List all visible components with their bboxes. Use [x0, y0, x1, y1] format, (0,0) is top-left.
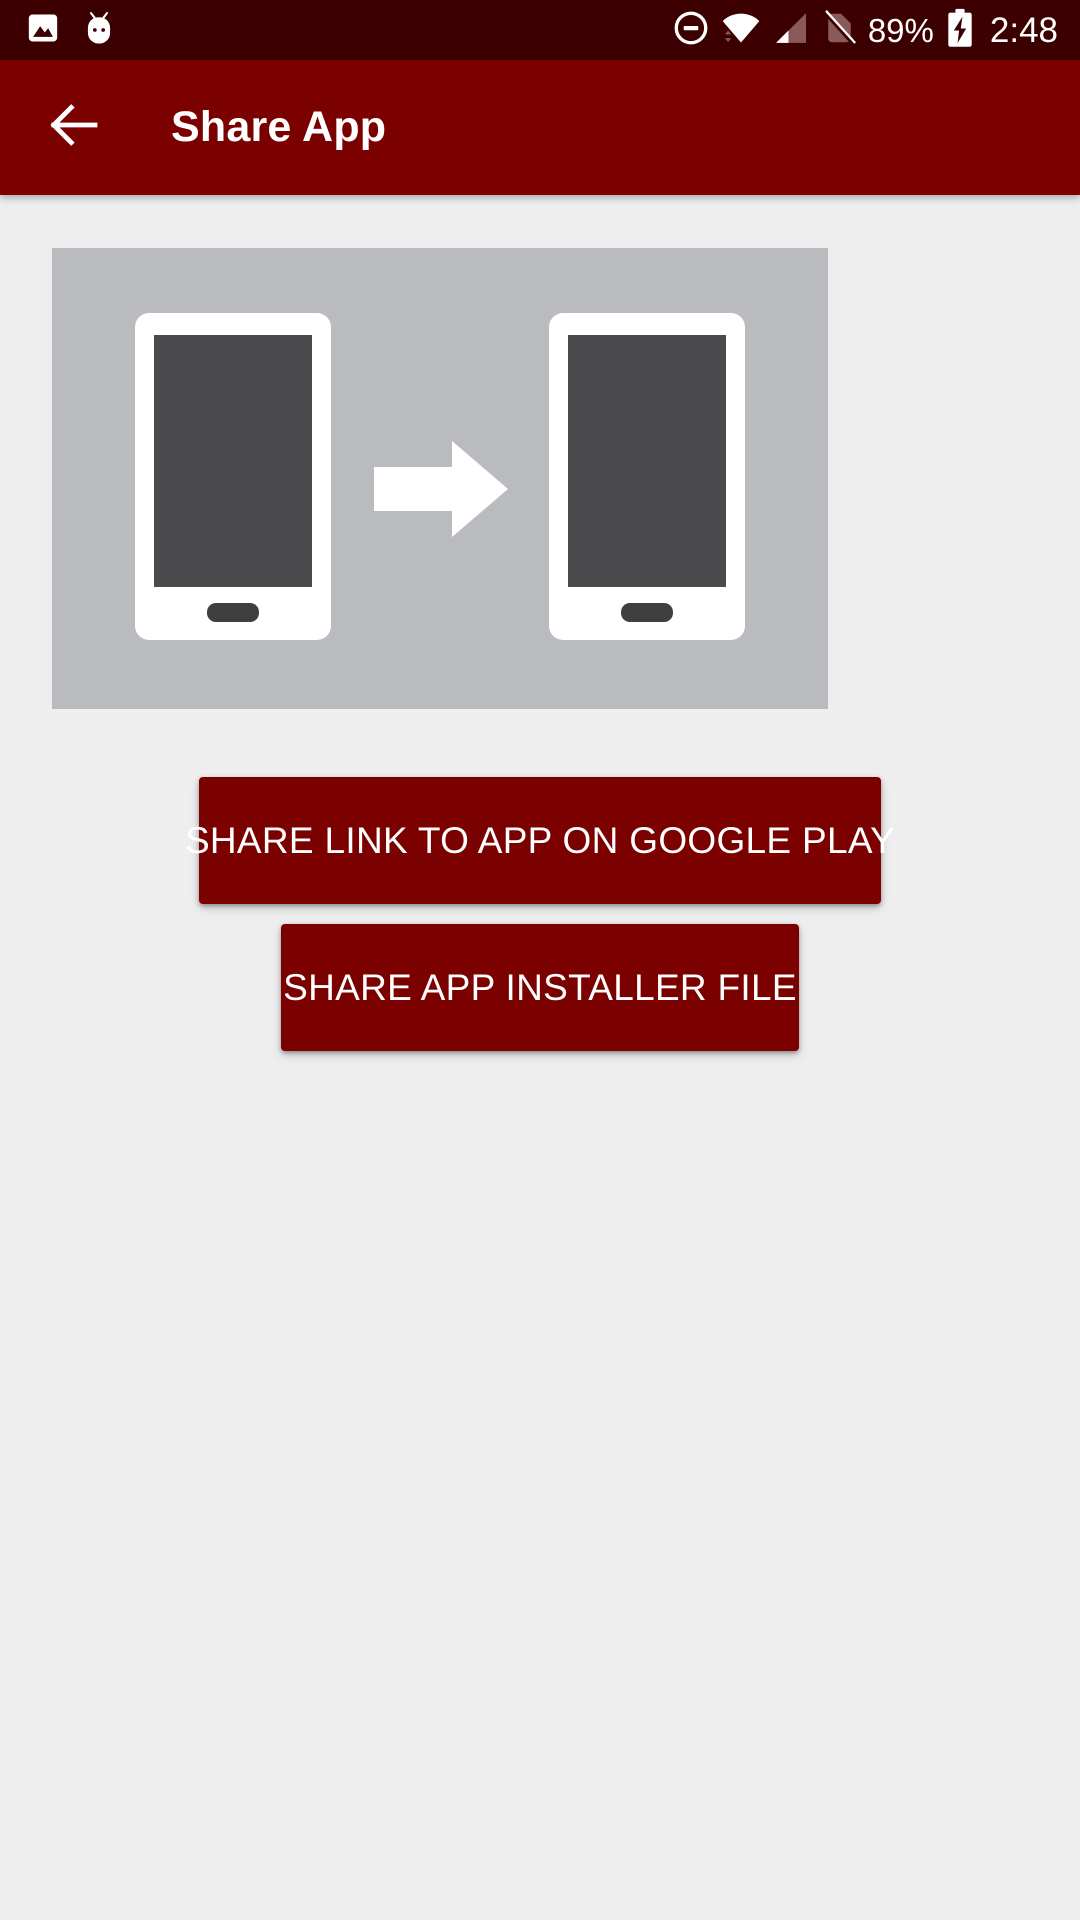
status-bar-notification-icons [26, 10, 116, 51]
content-area: SHARE LINK TO APP ON GOOGLE PLAY SHARE A… [0, 195, 1080, 1920]
android-head-icon [82, 10, 116, 51]
source-phone-home-button [207, 603, 259, 622]
target-phone-screen [568, 335, 726, 587]
transfer-arrow-icon [374, 441, 508, 537]
share-app-illustration [52, 248, 828, 709]
battery-percentage: 89% [867, 11, 934, 49]
wifi-icon [721, 9, 761, 52]
source-phone-screen [154, 335, 312, 587]
target-phone-home-button [621, 603, 673, 622]
source-phone-graphic [135, 313, 331, 640]
page-title: Share App [171, 103, 387, 151]
battery-charging-icon [945, 8, 975, 53]
status-bar-system-icons: 89% 2:48 [672, 8, 1058, 53]
back-button[interactable] [38, 92, 110, 164]
cellular-signal-icon [772, 9, 810, 52]
status-bar-clock: 2:48 [989, 10, 1058, 50]
action-button-group: SHARE LINK TO APP ON GOOGLE PLAY SHARE A… [0, 777, 1080, 1051]
no-sim-icon [821, 9, 857, 52]
app-screen: 89% 2:48 Share App SHARE LINK TO APP ON … [0, 0, 1080, 1920]
target-phone-graphic [549, 313, 745, 640]
image-icon [26, 11, 60, 50]
share-installer-file-button[interactable]: SHARE APP INSTALLER FILE [281, 924, 799, 1051]
share-link-google-play-button[interactable]: SHARE LINK TO APP ON GOOGLE PLAY [185, 777, 895, 904]
do-not-disturb-icon [672, 9, 710, 52]
app-bar: Share App [0, 60, 1080, 195]
arrow-back-icon [44, 95, 104, 160]
status-bar: 89% 2:48 [0, 0, 1080, 60]
